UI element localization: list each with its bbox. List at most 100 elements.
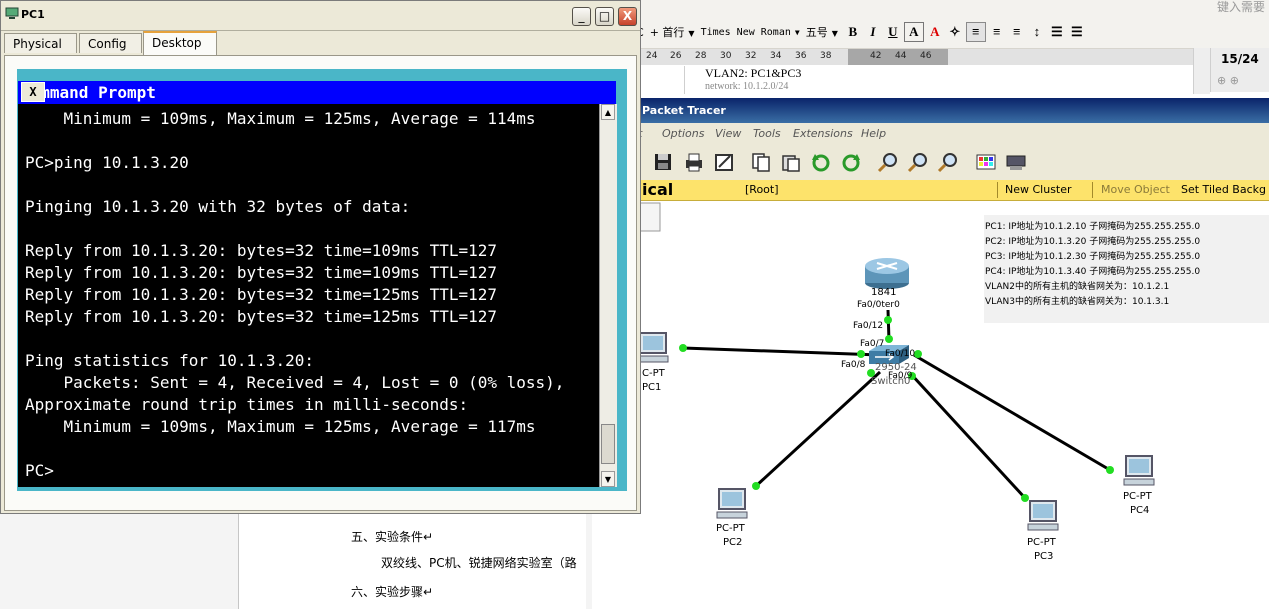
- page-nav-arrows-icon[interactable]: ⊕ ⊕: [1217, 74, 1239, 87]
- bullet-list-icon[interactable]: ☰: [1048, 23, 1066, 41]
- pc1-type-label: C-PT: [642, 368, 665, 379]
- doc-line-partial: network: 10.1.2.0/24: [705, 81, 789, 92]
- terminal-line: PC>ping 10.1.3.20: [25, 153, 189, 172]
- menu-item-tools[interactable]: Tools: [753, 127, 781, 140]
- numbered-list-icon[interactable]: ☰: [1068, 23, 1086, 41]
- doc-line: VLAN2: PC1&PC3: [705, 66, 802, 80]
- terminal-line: ​: [25, 218, 600, 240]
- port-led: [884, 316, 892, 324]
- paste-icon[interactable]: [780, 151, 802, 173]
- pc3-name-label: PC3: [1034, 551, 1054, 562]
- underline-button[interactable]: U: [884, 23, 902, 41]
- router-icon[interactable]: [865, 258, 909, 289]
- document-scrollbar[interactable]: [1193, 48, 1210, 94]
- ruler-tick: 34: [770, 51, 782, 61]
- root-breadcrumb[interactable]: [Root]: [745, 183, 779, 196]
- ruler-tick: 38: [820, 51, 832, 61]
- scroll-up-icon[interactable]: ▲: [601, 104, 615, 120]
- ruler-tick: 46: [920, 51, 932, 61]
- link-pc3-switch: [908, 371, 1027, 500]
- zoom-in-icon[interactable]: [877, 151, 899, 173]
- italic-button[interactable]: I: [864, 23, 882, 41]
- menu-item-options[interactable]: Options: [662, 127, 704, 140]
- print-icon[interactable]: [683, 151, 705, 173]
- terminal-line: Packets: Sent = 4, Received = 4, Lost = …: [25, 373, 565, 392]
- scroll-thumb[interactable]: [601, 424, 615, 464]
- command-prompt-window: Command Prompt X Minimum = 109ms, Maximu…: [18, 81, 617, 487]
- tab-physical[interactable]: Physical: [4, 33, 77, 53]
- indent-dropdown[interactable]: + 首行 ▼: [650, 24, 695, 40]
- pt-title-bar[interactable]: Packet Tracer: [592, 98, 1269, 123]
- menu-item-view[interactable]: View: [715, 127, 741, 140]
- minimize-button[interactable]: _: [572, 7, 591, 26]
- custom-device-icon[interactable]: [1005, 151, 1027, 173]
- align-left-icon[interactable]: ≡: [965, 22, 986, 42]
- line-spacing-icon[interactable]: ↕: [1028, 23, 1046, 41]
- align-center-icon[interactable]: ≡: [988, 23, 1006, 41]
- document-page: 五、实验条件↵ 双绞线、PC机、锐捷网络实验室（路 六、实验步骤↵: [238, 512, 588, 609]
- tab-desktop[interactable]: Desktop: [143, 31, 217, 55]
- pc3-icon[interactable]: [1027, 500, 1059, 531]
- doc-heading: 五、实验条件↵: [351, 530, 434, 544]
- terminal-line: Pinging 10.1.3.20 with 32 bytes of data:: [25, 197, 411, 216]
- port-label-fa0-7: Fa0/7: [860, 339, 885, 349]
- new-cluster-button[interactable]: New Cluster: [1005, 183, 1072, 196]
- port-led: [885, 335, 893, 343]
- highlight-icon[interactable]: A: [926, 23, 944, 41]
- pc2-icon[interactable]: [716, 488, 748, 519]
- port-label-fa0-8: Fa0/8: [841, 360, 866, 370]
- viewport-icon[interactable]: [639, 202, 661, 232]
- logical-mode-label[interactable]: ical: [642, 180, 673, 199]
- terminal-output[interactable]: Minimum = 109ms, Maximum = 125ms, Averag…: [25, 108, 600, 483]
- pc2-name-label: PC2: [723, 537, 743, 548]
- undo-icon[interactable]: [810, 151, 832, 173]
- char-shade-button[interactable]: A: [903, 22, 924, 42]
- terminal-line: ​: [25, 328, 600, 350]
- menu-item-help[interactable]: Help: [861, 127, 886, 140]
- font-name-dropdown[interactable]: Times New Roman ▼: [701, 27, 800, 38]
- terminal-line: ​: [25, 438, 600, 460]
- font-size-dropdown[interactable]: 五号 ▼: [806, 24, 838, 40]
- zoom-out-icon[interactable]: [937, 151, 959, 173]
- topology-note[interactable]: PC1: IP地址为10.1.2.10 子网掩码为255.255.255.0 P…: [984, 215, 1269, 323]
- scroll-down-icon[interactable]: ▼: [601, 471, 615, 487]
- switch-name-label: Switch0: [871, 376, 911, 387]
- link-pc1-switch: [682, 346, 881, 357]
- move-object-button[interactable]: Move Object: [1101, 183, 1170, 196]
- close-button[interactable]: X: [618, 7, 637, 26]
- command-prompt-title-bar[interactable]: Command Prompt X: [18, 81, 616, 104]
- align-right-icon[interactable]: ≡: [1008, 23, 1026, 41]
- pc4-icon[interactable]: [1123, 455, 1155, 486]
- terminal-line: Minimum = 109ms, Maximum = 125ms, Averag…: [25, 417, 536, 436]
- terminal-scrollbar[interactable]: ▲ ▼: [599, 104, 617, 487]
- chevron-down-icon: ▼: [831, 29, 838, 38]
- ruler-tick: 24: [646, 51, 658, 61]
- doc-margin-left: [0, 512, 238, 609]
- zoom-reset-icon[interactable]: [907, 151, 929, 173]
- maximize-button[interactable]: □: [595, 7, 614, 26]
- help-search-hint[interactable]: 键入需要: [1217, 0, 1265, 15]
- indent-label: + 首行: [649, 26, 685, 39]
- text-effects-icon[interactable]: ✧: [946, 23, 964, 41]
- pc1-icon[interactable]: [637, 332, 669, 363]
- save-icon[interactable]: [652, 151, 674, 173]
- command-prompt-close-button[interactable]: X: [21, 82, 45, 102]
- pc4-type-label: PC-PT: [1123, 491, 1152, 502]
- copy-icon[interactable]: [750, 151, 772, 173]
- menu-item-extensions[interactable]: Extensions: [793, 127, 853, 140]
- pc-app-icon: [5, 7, 19, 19]
- tab-config[interactable]: Config: [79, 33, 142, 53]
- port-led: [1021, 494, 1029, 502]
- note-line: VLAN2中的所有主机的缺省网关为：10.1.2.1: [985, 282, 1170, 292]
- activity-wizard-icon[interactable]: [713, 151, 735, 173]
- bold-button[interactable]: B: [844, 23, 862, 41]
- logical-workspace[interactable]: PC1: IP地址为10.1.2.10 子网掩码为255.255.255.0 P…: [592, 201, 1269, 609]
- redo-icon[interactable]: [840, 151, 862, 173]
- port-label-fa0-10: Fa0/10: [885, 349, 916, 359]
- set-tiled-background-button[interactable]: Set Tiled Backg: [1181, 183, 1266, 196]
- ruler-tick: 44: [895, 51, 907, 61]
- pc1-title-bar[interactable]: PC1 _ □ X: [1, 1, 640, 31]
- palette-icon[interactable]: [975, 151, 997, 173]
- port-led: [679, 344, 687, 352]
- terminal-prompt: PC>: [25, 461, 54, 480]
